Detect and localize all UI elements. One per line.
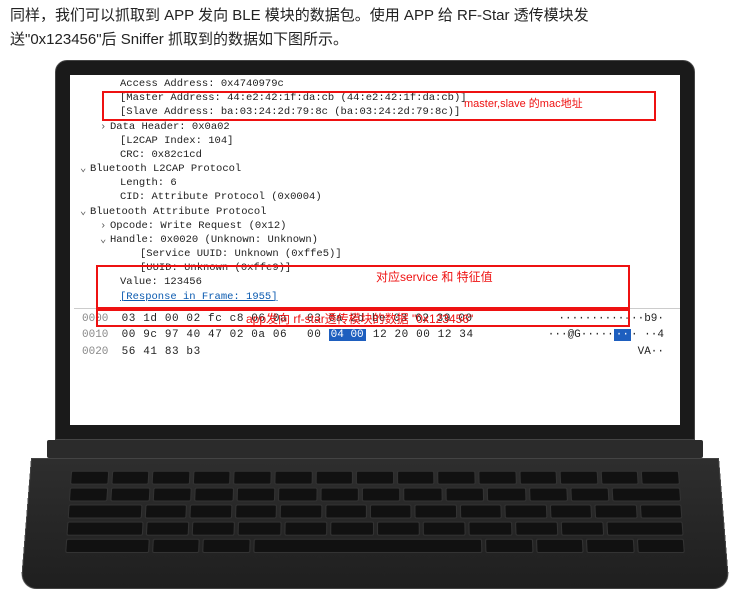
l2cap-length: Length: 6 — [74, 176, 680, 190]
hex-bytes-a: 00 9c 97 40 47 02 0a 06 — [122, 329, 288, 341]
screen-bezel: Access Address: 0x4740979c [Master Addre… — [55, 60, 695, 440]
att-protocol-title: Bluetooth Attribute Protocol — [90, 206, 266, 218]
intro-line-2: 送"0x123456"后 Sniffer 抓取到的数据如下图所示。 — [10, 31, 348, 48]
opcode: Opcode: Write Request (0x12) — [110, 220, 286, 232]
laptop-deck — [20, 458, 729, 589]
service-uuid: [Service UUID: Unknown (0xffe5)] — [74, 247, 680, 261]
slave-address: [Slave Address: ba:03:24:2d:79:8c (ba:03… — [74, 105, 680, 119]
crc: CRC: 0x82c1cd — [74, 148, 680, 162]
hex-bytes-b-pre: 00 — [307, 329, 329, 341]
intro-paragraph: 同样，我们可以抓取到 APP 发向 BLE 模块的数据包。使用 APP 给 RF… — [0, 0, 750, 60]
hex-row-2: 0020 56 41 83 b3 VA·· — [82, 344, 680, 361]
response-frame-link[interactable]: [Response in Frame: 1955] — [74, 290, 680, 304]
hex-bytes-a: 56 41 83 b3 — [122, 346, 201, 358]
hex-ascii: ···@G········ ··4 — [548, 327, 664, 344]
chevron-down-icon: ⌄ — [80, 162, 90, 176]
l2cap-protocol-title: Bluetooth L2CAP Protocol — [90, 163, 241, 175]
l2cap-protocol-row[interactable]: ⌄Bluetooth L2CAP Protocol — [74, 162, 680, 176]
chevron-down-icon: ⌄ — [80, 205, 90, 219]
data-header: Data Header: 0x0a02 — [110, 121, 230, 133]
hex-highlight: 04 00 — [329, 329, 366, 341]
keyboard-illustration — [65, 471, 685, 553]
hex-offset: 0010 — [82, 329, 108, 341]
sniffer-screen: Access Address: 0x4740979c [Master Addre… — [70, 75, 680, 425]
laptop-hinge — [47, 440, 703, 458]
hex-bytes-b-post: 12 20 00 12 34 — [366, 329, 474, 341]
data-header-row: ›Data Header: 0x0a02 — [74, 120, 680, 134]
l2cap-index: [L2CAP Index: 104] — [74, 134, 680, 148]
hex-row-1: 0010 00 9c 97 40 47 02 0a 06 00 04 00 12… — [82, 327, 680, 344]
l2cap-cid: CID: Attribute Protocol (0x0004) — [74, 190, 680, 204]
hex-offset: 0000 — [82, 313, 108, 325]
chevron-down-icon: ⌄ — [100, 233, 110, 247]
hex-offset: 0020 — [82, 346, 108, 358]
intro-line-1: 同样，我们可以抓取到 APP 发向 BLE 模块的数据包。使用 APP 给 RF… — [10, 7, 589, 24]
master-address: [Master Address: 44:e2:42:1f:da:cb (44:e… — [74, 91, 680, 105]
annotation-mac-label: master,slave 的mac地址 — [464, 97, 583, 112]
att-protocol-row[interactable]: ⌄Bluetooth Attribute Protocol — [74, 205, 680, 219]
chevron-right-icon: › — [100, 120, 110, 134]
access-address: Access Address: 0x4740979c — [74, 77, 680, 91]
opcode-row: ›Opcode: Write Request (0x12) — [74, 219, 680, 233]
laptop-illustration: Access Address: 0x4740979c [Master Addre… — [55, 60, 695, 588]
handle: Handle: 0x0020 (Unknown: Unknown) — [110, 234, 318, 246]
hex-ascii: VA·· — [638, 344, 664, 361]
hex-ascii: ··········-··b9· — [558, 311, 664, 328]
annotation-service-label: 对应service 和 特征值 — [376, 269, 493, 285]
handle-row[interactable]: ⌄Handle: 0x0020 (Unknown: Unknown) — [74, 233, 680, 247]
chevron-right-icon: › — [100, 219, 110, 233]
annotation-data-label: app发向 rf-star透传模块的数据 "0x123456" — [246, 311, 473, 327]
